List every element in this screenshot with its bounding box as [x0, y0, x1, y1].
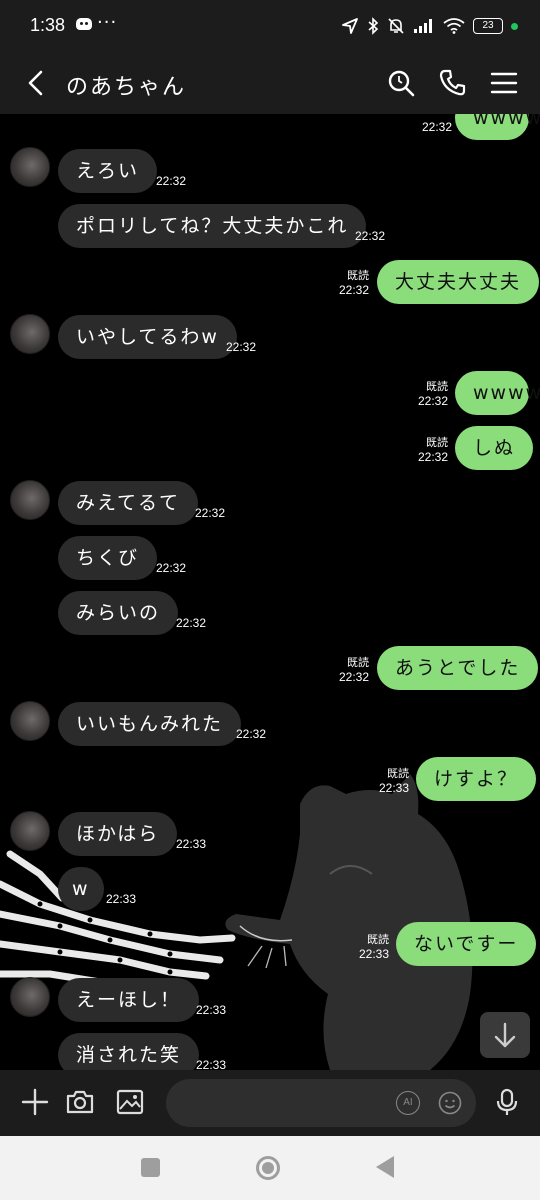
- message-time: 22:32: [236, 727, 267, 741]
- read-receipt: 既読 22:32: [338, 656, 369, 684]
- camera-icon[interactable]: [65, 1087, 95, 1117]
- chat-area[interactable]: 22:32 wwww えろい 22:32 ポロリしてね？大丈夫かこれ 22:32…: [0, 114, 540, 1070]
- message-time: 22:33: [196, 1003, 227, 1017]
- bluetooth-icon: [368, 17, 379, 35]
- read-receipt: 既読 22:32: [338, 269, 369, 297]
- message-time: 22:33: [196, 1058, 227, 1070]
- read-receipt: 既読 22:32: [417, 436, 448, 464]
- incoming-message[interactable]: 消された笑: [58, 1033, 200, 1070]
- status-icons: 23: [341, 14, 518, 38]
- outgoing-message[interactable]: wwww: [455, 114, 540, 140]
- outgoing-message[interactable]: あうとでした: [377, 646, 539, 690]
- message-time: 22:32: [156, 174, 187, 188]
- recents-icon[interactable]: [141, 1158, 160, 1177]
- incoming-message[interactable]: いいもんみれた: [58, 702, 242, 746]
- outgoing-message[interactable]: けすよ？: [416, 757, 537, 801]
- read-receipt: 既読 22:33: [358, 933, 389, 961]
- chat-header: のあちゃん: [0, 52, 540, 114]
- mute-icon: [388, 18, 404, 34]
- incoming-message[interactable]: えろい: [58, 149, 158, 193]
- menu-icon[interactable]: [489, 68, 519, 98]
- signal-icon: [414, 19, 432, 33]
- arrow-down-icon: [494, 1022, 516, 1048]
- outgoing-message[interactable]: 大丈夫大丈夫: [377, 260, 540, 304]
- incoming-message[interactable]: ポロリしてね？大丈夫かこれ: [58, 204, 367, 248]
- wifi-icon: [443, 18, 465, 34]
- scroll-to-bottom-button[interactable]: [480, 1012, 530, 1058]
- incoming-message[interactable]: w: [58, 867, 104, 911]
- status-bar: 1:38 ··· 23: [0, 0, 540, 52]
- incoming-message[interactable]: えーほし！: [58, 978, 200, 1022]
- home-icon[interactable]: [256, 1156, 280, 1180]
- location-icon: [342, 18, 358, 34]
- emoji-icon[interactable]: [438, 1091, 462, 1115]
- search-icon[interactable]: [386, 68, 416, 98]
- image-icon[interactable]: [115, 1087, 145, 1117]
- incoming-message[interactable]: みらいの: [58, 591, 179, 635]
- avatar[interactable]: [10, 977, 50, 1017]
- incoming-message[interactable]: いやしてるわw: [58, 315, 237, 359]
- more-notifications-icon: ···: [97, 12, 118, 33]
- back-icon[interactable]: [22, 68, 52, 98]
- mic-icon[interactable]: [492, 1087, 522, 1117]
- incoming-message[interactable]: ちくび: [58, 536, 158, 580]
- privacy-dot-icon: [511, 22, 518, 30]
- message-time: 22:32: [195, 506, 226, 520]
- discord-icon: [76, 18, 92, 30]
- read-receipt: 22:32: [421, 120, 452, 134]
- read-receipt: 既読 22:32: [417, 380, 448, 408]
- plus-icon[interactable]: [20, 1087, 50, 1117]
- avatar[interactable]: [10, 147, 50, 187]
- message-time: 22:32: [226, 340, 257, 354]
- phone-icon[interactable]: [438, 68, 468, 98]
- message-time: 22:33: [106, 892, 137, 906]
- message-time: 22:32: [176, 616, 207, 630]
- avatar[interactable]: [10, 701, 50, 741]
- outgoing-message[interactable]: しぬ: [455, 426, 534, 470]
- outgoing-message[interactable]: wwww: [455, 371, 540, 415]
- message-input-bar: AI: [0, 1070, 540, 1136]
- message-time: 22:32: [156, 561, 187, 575]
- incoming-message[interactable]: ほかはら: [58, 812, 178, 856]
- battery-icon: 23: [473, 18, 503, 34]
- message-time: 22:32: [355, 229, 386, 243]
- incoming-message[interactable]: みえてるて: [58, 481, 199, 525]
- avatar[interactable]: [10, 314, 50, 354]
- avatar[interactable]: [10, 811, 50, 851]
- system-nav-bar: [0, 1136, 540, 1200]
- read-receipt: 既読 22:33: [378, 767, 409, 795]
- outgoing-message[interactable]: ないですー: [396, 922, 537, 966]
- ai-icon[interactable]: AI: [396, 1091, 420, 1115]
- message-time: 22:33: [176, 837, 207, 851]
- message-input[interactable]: AI: [166, 1079, 476, 1127]
- back-nav-icon[interactable]: [376, 1156, 394, 1178]
- status-time: 1:38: [30, 15, 66, 35]
- avatar[interactable]: [10, 480, 50, 520]
- chat-title[interactable]: のあちゃん: [66, 69, 186, 101]
